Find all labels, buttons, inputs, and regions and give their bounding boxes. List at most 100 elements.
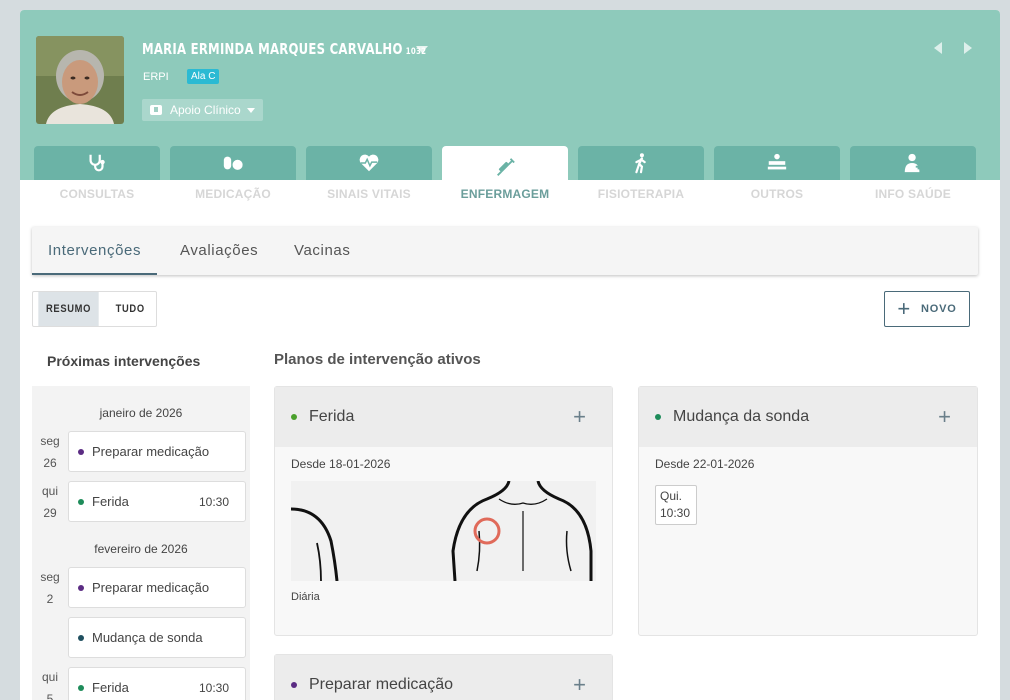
tab-info-saude[interactable]	[850, 146, 976, 180]
weekday: qui	[41, 670, 58, 684]
list-item[interactable]: Ferida 10:30	[68, 667, 246, 700]
event-name: Mudança de sonda	[92, 630, 203, 645]
user-medical-icon	[904, 153, 922, 173]
view-toggle: RESUMO TUDO	[32, 291, 158, 327]
bed-icon	[767, 153, 787, 170]
event-name: Preparar medicação	[92, 444, 210, 459]
tab-label-consultas: CONSULTAS	[59, 187, 135, 201]
new-button-label: NOVO	[921, 303, 957, 315]
upcoming-title: Próximas intervenções	[47, 353, 201, 369]
plan-since: Desde 18-01-2026	[291, 457, 391, 471]
new-button[interactable]: + NOVO	[884, 291, 970, 327]
plan-name: Mudança da sonda	[673, 408, 810, 425]
subtab-intervencoes[interactable]: Intervenções	[32, 227, 158, 275]
tab-label-enfermagem: ENFERMAGEM	[460, 187, 550, 201]
month-label: fevereiro de 2026	[94, 542, 188, 556]
patient-card: MARIA ERMINDA MARQUES CARVALHO 1032 ERPI …	[20, 10, 1000, 700]
day-label: qui 5	[38, 666, 62, 700]
plan-frequency: Diária	[291, 591, 320, 603]
tab-enfermagem[interactable]	[442, 146, 568, 190]
walking-icon	[635, 153, 646, 174]
day-number: 2	[46, 592, 54, 606]
heartbeat-icon	[359, 154, 379, 172]
tab-label-medicacao: MEDICAÇÃO	[195, 187, 271, 201]
plan-since: Desde 22-01-2026	[655, 457, 755, 471]
add-icon[interactable]: +	[573, 404, 586, 430]
patient-photo	[36, 36, 124, 124]
schedule-slot: Qui. 10:30	[655, 485, 697, 525]
plan-name: Ferida	[309, 408, 355, 425]
toggle-tudo[interactable]: TUDO	[108, 292, 153, 326]
support-label: Apoio Clínico	[170, 103, 241, 117]
list-item[interactable]: Preparar medicação	[68, 567, 246, 608]
event-time: 10:30	[198, 494, 229, 509]
plan-card-sonda: Mudança da sonda + Desde 22-01-2026 Qui.…	[638, 386, 978, 636]
add-icon[interactable]: +	[573, 672, 586, 698]
event-name: Ferida	[92, 680, 129, 695]
subtab-avaliacoes[interactable]: Avaliações	[180, 227, 258, 275]
day-label: seg 2	[38, 566, 62, 610]
event-time: 10:30	[198, 680, 229, 695]
patient-menu-caret-icon[interactable]	[416, 46, 428, 53]
list-item[interactable]: Ferida 10:30	[68, 481, 246, 522]
wing-badge: Ala C	[187, 69, 220, 84]
day-label: qui 29	[38, 480, 62, 524]
day-number: 5	[46, 692, 54, 700]
tab-consultas[interactable]	[34, 146, 160, 180]
status-dot	[291, 682, 297, 688]
patient-navigation	[934, 42, 972, 54]
weekday: seg	[40, 570, 60, 584]
tab-fisioterapia[interactable]	[578, 146, 704, 180]
month-label: janeiro de 2026	[99, 406, 183, 420]
slot-time: 10:30	[660, 506, 691, 520]
plan-card-ferida: Ferida + Desde 18-01-2026 Diária	[274, 386, 613, 636]
patient-type: ERPI	[143, 71, 169, 83]
weekday: qui	[41, 484, 58, 498]
stethoscope-icon	[89, 154, 105, 172]
status-dot	[78, 448, 84, 455]
tab-label-info-saude: INFO SAÚDE	[874, 187, 951, 201]
support-dropdown[interactable]: Apoio Clínico	[142, 99, 263, 121]
plus-icon: +	[897, 296, 912, 321]
upcoming-list: janeiro de 2026 seg 26 Preparar medicação…	[32, 386, 250, 700]
plan-header: Preparar medicação +	[275, 655, 612, 700]
plan-card-medicacao: Preparar medicação +	[274, 654, 613, 700]
patient-name-text: MARIA ERMINDA MARQUES CARVALHO	[142, 40, 403, 58]
previous-patient-icon[interactable]	[934, 42, 942, 54]
add-icon[interactable]: +	[938, 404, 951, 430]
toggle-resumo[interactable]: RESUMO	[38, 292, 99, 326]
body-diagram	[291, 481, 596, 581]
status-dot	[655, 414, 661, 420]
plan-name: Preparar medicação	[309, 676, 454, 693]
day-number: 26	[43, 456, 57, 470]
subtab-bar: Intervenções Avaliações Vacinas	[32, 227, 978, 275]
patient-name: MARIA ERMINDA MARQUES CARVALHO 1032	[142, 40, 426, 58]
plan-header: Mudança da sonda +	[639, 387, 977, 447]
status-dot	[78, 498, 84, 505]
status-dot	[78, 684, 84, 691]
plan-header: Ferida +	[275, 387, 612, 447]
tab-label-fisioterapia: FISIOTERAPIA	[597, 187, 685, 201]
tab-medicacao[interactable]	[170, 146, 296, 180]
syringe-icon	[497, 158, 515, 176]
next-patient-icon[interactable]	[964, 42, 972, 54]
list-item[interactable]: Preparar medicação	[68, 431, 246, 472]
tab-sinais-vitais[interactable]	[306, 146, 432, 180]
pills-icon	[223, 156, 243, 170]
status-dot	[291, 414, 297, 420]
day-label: seg 26	[38, 430, 62, 474]
tab-label-outros: OUTROS	[750, 187, 804, 201]
day-number: 29	[43, 506, 57, 520]
event-name: Preparar medicação	[92, 580, 210, 595]
tab-outros[interactable]	[714, 146, 840, 180]
chevron-down-icon	[246, 107, 255, 113]
medical-bag-icon	[150, 105, 162, 115]
weekday: seg	[40, 434, 60, 448]
slot-day: Qui.	[660, 489, 683, 503]
status-dot	[78, 584, 84, 591]
status-dot	[78, 634, 84, 641]
event-name: Ferida	[92, 494, 129, 509]
active-plans-title: Planos de intervenção ativos	[274, 351, 481, 368]
subtab-vacinas[interactable]: Vacinas	[294, 227, 350, 275]
list-item[interactable]: Mudança de sonda	[68, 617, 246, 658]
